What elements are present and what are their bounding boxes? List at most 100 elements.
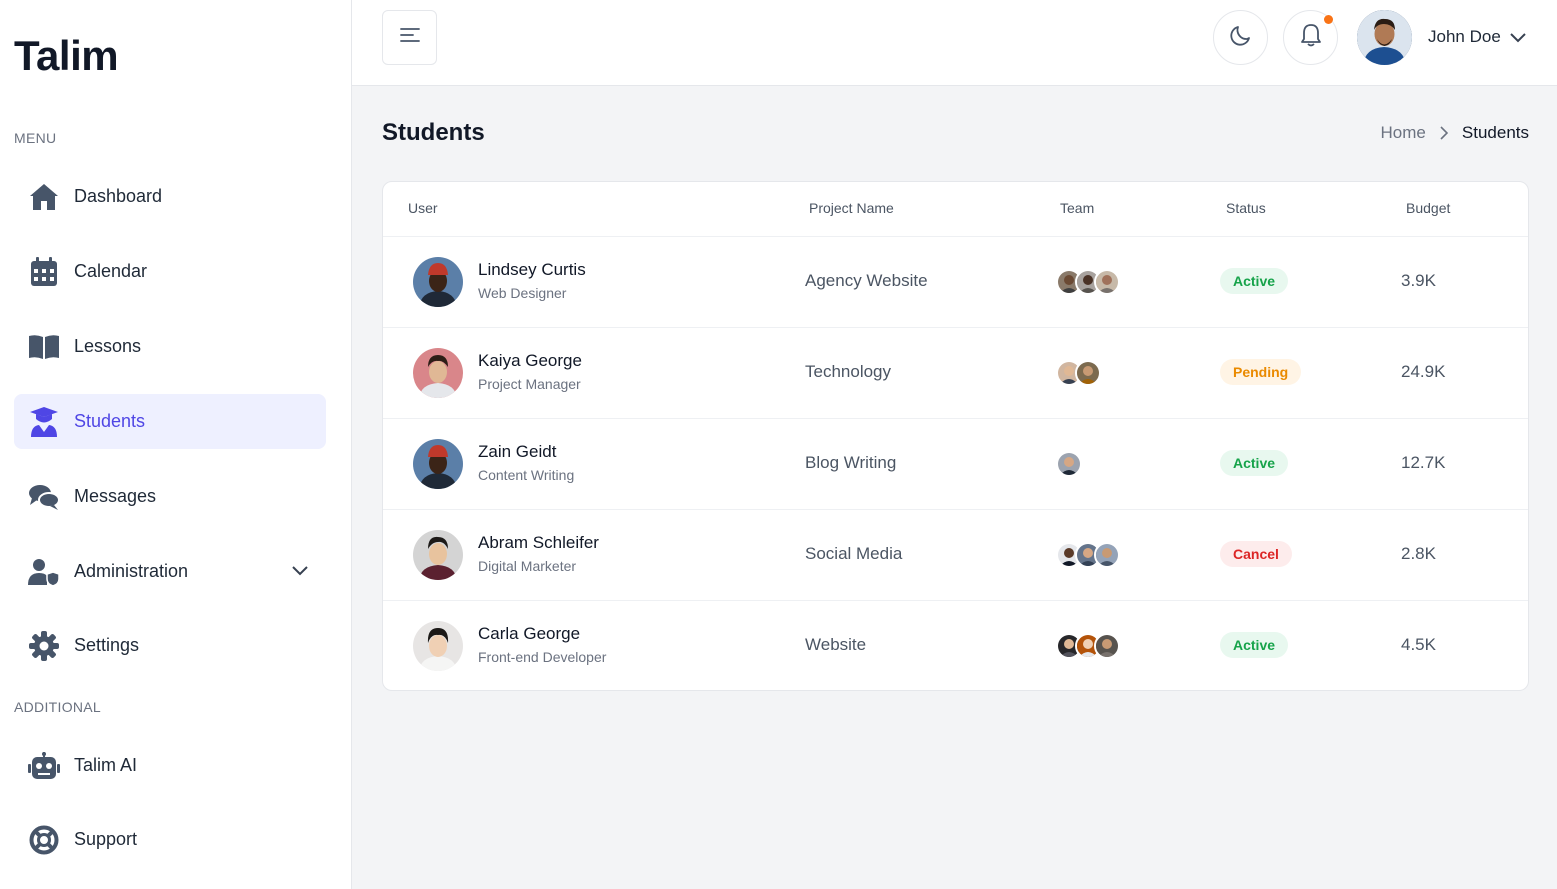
student-name: Lindsey Curtis bbox=[478, 260, 586, 279]
budget-value: 4.5K bbox=[1401, 635, 1436, 654]
gear-icon bbox=[28, 630, 60, 662]
breadcrumb-home-link[interactable]: Home bbox=[1381, 123, 1426, 143]
team-member-avatar bbox=[1056, 451, 1082, 477]
student-role: Project Manager bbox=[478, 376, 581, 392]
user-shield-icon bbox=[28, 556, 60, 588]
sidebar-item-messages[interactable]: Messages bbox=[14, 469, 326, 524]
status-badge: Active bbox=[1220, 268, 1289, 294]
book-icon bbox=[28, 331, 60, 363]
table-row[interactable]: Abram Schleifer Digital Marketer Social … bbox=[383, 510, 1528, 601]
column-header-team: Team bbox=[1060, 200, 1095, 216]
table-row[interactable]: Kaiya George Project Manager Technology … bbox=[383, 328, 1528, 419]
sidebar-item-label: Calendar bbox=[74, 261, 148, 281]
sidebar-item-talim-ai[interactable]: Talim AI bbox=[14, 738, 326, 793]
chevron-down-icon[interactable] bbox=[292, 563, 308, 581]
student-name: Zain Geidt bbox=[478, 442, 557, 461]
avatar bbox=[413, 621, 463, 671]
team-member-avatar bbox=[1094, 633, 1120, 659]
graduate-icon bbox=[28, 406, 60, 438]
sidebar-item-label: Talim AI bbox=[74, 755, 138, 775]
table-header: User Project Name Team Status Budget bbox=[383, 182, 1528, 237]
bell-icon bbox=[1300, 23, 1322, 52]
project-name: Agency Website bbox=[805, 271, 928, 290]
budget-value: 24.9K bbox=[1401, 362, 1446, 381]
budget-value: 12.7K bbox=[1401, 453, 1446, 472]
sidebar-item-administration[interactable]: Administration bbox=[14, 544, 326, 599]
student-name: Abram Schleifer bbox=[478, 533, 599, 552]
avatar bbox=[413, 348, 463, 398]
column-header-status: Status bbox=[1226, 200, 1266, 216]
menu-icon bbox=[399, 27, 420, 48]
menu-toggle-button[interactable] bbox=[382, 10, 437, 65]
project-name: Social Media bbox=[805, 544, 903, 563]
sidebar-item-label: Administration bbox=[74, 561, 189, 581]
lifebuoy-icon bbox=[28, 824, 60, 856]
table-row[interactable]: Zain Geidt Content Writing Blog Writing … bbox=[383, 419, 1528, 510]
team-avatars bbox=[1056, 451, 1082, 477]
budget-value: 2.8K bbox=[1401, 544, 1436, 563]
table-row[interactable]: Carla George Front-end Developer Website… bbox=[383, 601, 1528, 690]
student-name: Kaiya George bbox=[478, 351, 582, 370]
user-name[interactable]: John Doe bbox=[1428, 27, 1501, 47]
sidebar: Talim MENU Dashboard Calendar Lessons St… bbox=[0, 0, 352, 889]
student-role: Front-end Developer bbox=[478, 649, 607, 665]
team-avatars bbox=[1056, 360, 1101, 386]
robot-icon bbox=[28, 750, 60, 782]
student-role: Web Designer bbox=[478, 285, 567, 301]
chevron-right-icon bbox=[1440, 126, 1448, 140]
breadcrumb-current: Students bbox=[1461, 123, 1529, 142]
column-header-project: Project Name bbox=[809, 200, 894, 216]
project-name: Technology bbox=[805, 362, 892, 381]
team-member-avatar bbox=[1094, 269, 1120, 295]
home-icon bbox=[28, 181, 60, 213]
team-avatars bbox=[1056, 269, 1120, 295]
moon-icon bbox=[1229, 24, 1252, 51]
team-member-avatar bbox=[1075, 360, 1101, 386]
status-badge: Cancel bbox=[1220, 541, 1292, 567]
students-table: User Project Name Team Status Budget Lin… bbox=[382, 181, 1529, 691]
table-row[interactable]: Lindsey Curtis Web Designer Agency Websi… bbox=[383, 237, 1528, 328]
chat-icon bbox=[28, 481, 60, 513]
user-avatar[interactable] bbox=[1357, 10, 1412, 65]
sidebar-item-label: Lessons bbox=[74, 336, 142, 356]
team-avatars bbox=[1056, 542, 1120, 568]
budget-value: 3.9K bbox=[1401, 271, 1436, 290]
breadcrumb: Home Students bbox=[1381, 123, 1529, 143]
status-badge: Pending bbox=[1220, 359, 1302, 385]
avatar bbox=[413, 257, 463, 307]
student-role: Content Writing bbox=[478, 467, 575, 483]
additional-section-label: ADDITIONAL bbox=[14, 699, 102, 715]
team-avatars bbox=[1056, 633, 1120, 659]
sidebar-item-label: Students bbox=[74, 411, 146, 431]
avatar bbox=[413, 439, 463, 489]
sidebar-item-label: Dashboard bbox=[74, 186, 163, 206]
calendar-icon bbox=[28, 256, 60, 288]
chevron-down-icon[interactable] bbox=[1510, 30, 1526, 48]
sidebar-item-calendar[interactable]: Calendar bbox=[14, 244, 326, 299]
app-logo[interactable]: Talim bbox=[14, 32, 119, 80]
sidebar-item-support[interactable]: Support bbox=[14, 812, 326, 867]
sidebar-item-label: Settings bbox=[74, 635, 140, 655]
team-member-avatar bbox=[1094, 542, 1120, 568]
sidebar-item-lessons[interactable]: Lessons bbox=[14, 319, 326, 374]
theme-toggle-button[interactable] bbox=[1213, 10, 1268, 65]
sidebar-item-students[interactable]: Students bbox=[14, 394, 326, 449]
student-role: Digital Marketer bbox=[478, 558, 577, 574]
project-name: Website bbox=[805, 635, 867, 654]
sidebar-item-settings[interactable]: Settings bbox=[14, 618, 326, 673]
sidebar-item-dashboard[interactable]: Dashboard bbox=[14, 169, 326, 224]
column-header-budget: Budget bbox=[1406, 200, 1451, 216]
top-header: John Doe bbox=[352, 0, 1557, 86]
column-header-user: User bbox=[408, 200, 438, 216]
avatar bbox=[413, 530, 463, 580]
project-name: Blog Writing bbox=[805, 453, 897, 472]
sidebar-item-label: Support bbox=[74, 829, 138, 849]
status-badge: Active bbox=[1220, 450, 1289, 476]
status-badge: Active bbox=[1220, 632, 1289, 658]
sidebar-item-label: Messages bbox=[74, 486, 157, 506]
page-title: Students bbox=[382, 119, 485, 146]
notifications-button[interactable] bbox=[1283, 10, 1338, 65]
student-name: Carla George bbox=[478, 624, 581, 643]
menu-section-label: MENU bbox=[14, 130, 57, 146]
notification-badge bbox=[1324, 15, 1333, 24]
